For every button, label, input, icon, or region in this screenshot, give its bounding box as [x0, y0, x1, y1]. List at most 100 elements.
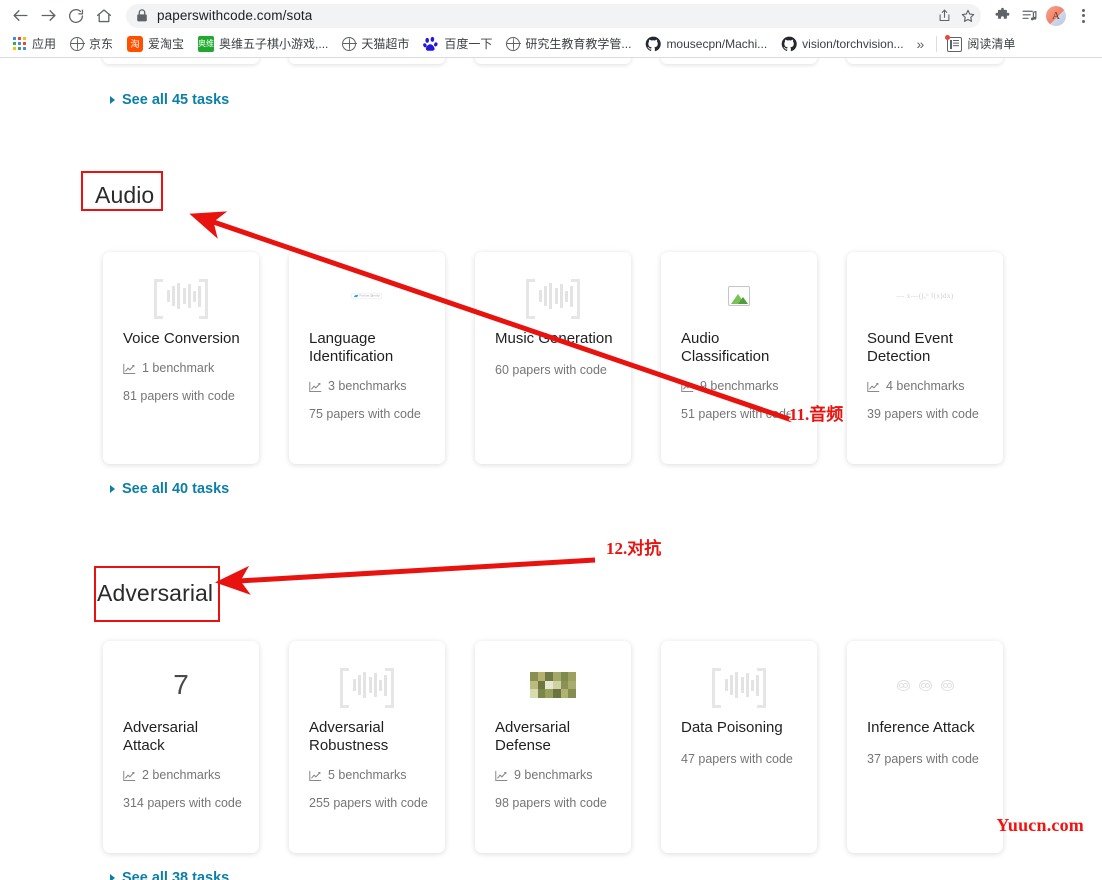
chart-icon: [495, 770, 508, 781]
reading-list-label: 阅读清单: [967, 37, 1016, 51]
twitter-bird-icon: [354, 294, 359, 298]
share-button[interactable]: [933, 5, 955, 27]
see-all-label: See all 40 tasks: [122, 481, 230, 497]
toolbar-right-actions: A: [989, 3, 1096, 29]
card-papers: 39 papers with code: [867, 407, 979, 421]
browser-toolbar: paperswithcode.com/sota A: [0, 0, 1102, 31]
card-thumbnail: [475, 657, 631, 713]
task-card[interactable]: Inference Attack 37 papers with code: [847, 641, 1003, 853]
card-body: Inference Attack 37 papers with code: [867, 719, 987, 768]
game-icon: 奥维: [198, 36, 215, 52]
bookmark-label: 百度一下: [444, 37, 493, 51]
globe-icon: [506, 37, 521, 51]
bookmark-baidu[interactable]: 百度一下: [416, 33, 499, 55]
owl-icon: [918, 679, 932, 691]
task-card[interactable]: Data Poisoning 47 papers with code: [661, 641, 817, 853]
card-partial[interactable]: [289, 58, 445, 64]
avatar: A: [1046, 5, 1066, 26]
card-partial[interactable]: [103, 58, 259, 64]
card-benchmarks-label: 4 benchmarks: [886, 379, 965, 393]
browser-chrome: paperswithcode.com/sota A 应用 京东 淘 爱淘宝 奥维…: [0, 0, 1102, 58]
card-title: Audio Classification: [681, 330, 770, 365]
task-card[interactable]: Voice Conversion 1 benchmark 81 papers w…: [103, 252, 259, 464]
mosaic-thumbnail-icon: [530, 672, 576, 698]
card-thumbnail: Follow @mlid: [289, 268, 445, 324]
bookmarks-bar: 应用 京东 淘 爱淘宝 奥维 奥维五子棋小游戏,... 天猫超市 百度一下 研究…: [0, 31, 1102, 58]
card-body: Adversarial Robustness 5 benchmarks 255 …: [309, 719, 429, 812]
card-papers: 255 papers with code: [309, 796, 428, 810]
card-partial[interactable]: [475, 58, 631, 64]
extensions-button[interactable]: [989, 3, 1015, 29]
task-card[interactable]: --- x---(∫ₐᵇ f(x)dx) Sound Event Detecti…: [847, 252, 1003, 464]
media-list-button[interactable]: [1016, 3, 1042, 29]
bookmark-taobao[interactable]: 淘 爱淘宝: [120, 33, 191, 55]
home-button[interactable]: [90, 2, 118, 30]
card-thumbnail: 7: [103, 657, 259, 713]
globe-icon: [70, 37, 85, 51]
task-card[interactable]: Adversarial Robustness 5 benchmarks 255 …: [289, 641, 445, 853]
chart-icon: [123, 363, 136, 374]
card-body: Music Generation 60 papers with code: [495, 330, 615, 379]
card-title: Inference Attack: [867, 719, 975, 736]
back-button[interactable]: [6, 2, 34, 30]
card-benchmarks: 9 benchmarks: [495, 768, 615, 783]
see-all-tasks-link-audio[interactable]: See all 40 tasks: [110, 481, 229, 497]
toolbar-divider: [936, 36, 938, 52]
bookmarks-overflow-button[interactable]: »: [911, 34, 931, 54]
owl-icon: [896, 679, 910, 691]
card-papers: 98 papers with code: [495, 796, 607, 810]
card-papers: 75 papers with code: [309, 407, 421, 421]
bookmark-button[interactable]: [957, 5, 979, 27]
reload-button[interactable]: [62, 2, 90, 30]
url-text[interactable]: paperswithcode.com/sota: [157, 4, 312, 28]
waveform-brackets-icon: [712, 668, 766, 708]
card-body: Voice Conversion 1 benchmark 81 papers w…: [123, 330, 243, 405]
task-card[interactable]: Music Generation 60 papers with code: [475, 252, 631, 464]
chevron-right-icon: [110, 485, 115, 493]
three-dots-icon: [1074, 7, 1092, 25]
task-card[interactable]: Audio Classification 9 benchmarks 51 pap…: [661, 252, 817, 464]
github-icon: [781, 36, 797, 52]
see-all-tasks-link-top[interactable]: See all 45 tasks: [110, 92, 229, 108]
owls-thumbnail-icon: [896, 679, 954, 691]
profile-button[interactable]: A: [1043, 3, 1069, 29]
broken-image-icon: [728, 286, 750, 306]
task-card[interactable]: Follow @mlid Language Identification 3 b…: [289, 252, 445, 464]
chart-icon: [867, 381, 880, 392]
reading-list-button[interactable]: 阅读清单: [943, 34, 1019, 55]
card-papers: 314 papers with code: [123, 796, 242, 810]
bookmark-graduate-edu[interactable]: 研究生教育教学管...: [499, 34, 638, 54]
card-benchmarks-label: 5 benchmarks: [328, 768, 407, 782]
card-title: Music Generation: [495, 330, 613, 347]
card-thumbnail: [103, 268, 259, 324]
card-papers: 37 papers with code: [867, 752, 979, 766]
digit-seven-icon: 7: [173, 669, 189, 700]
card-thumbnail: --- x---(∫ₐᵇ f(x)dx): [847, 268, 1003, 324]
bookmark-label: 研究生教育教学管...: [525, 37, 632, 51]
card-partial[interactable]: [847, 58, 1003, 64]
card-benchmarks: 4 benchmarks: [867, 379, 987, 394]
card-benchmarks: 2 benchmarks: [123, 768, 243, 783]
card-partial[interactable]: [661, 58, 817, 64]
see-all-label: See all 38 tasks: [122, 870, 230, 880]
media-list-icon: [1022, 10, 1036, 21]
card-body: Audio Classification 9 benchmarks 51 pap…: [681, 330, 801, 423]
address-bar[interactable]: paperswithcode.com/sota: [126, 3, 981, 28]
twitter-follow-text: Follow @mlid: [359, 294, 380, 298]
forward-button[interactable]: [34, 2, 62, 30]
card-benchmarks: 1 benchmark: [123, 361, 243, 376]
task-card[interactable]: 7 Adversarial Attack 2 benchmarks 314 pa…: [103, 641, 259, 853]
bookmark-github-torchvision[interactable]: vision/torchvision...: [774, 33, 910, 55]
browser-menu-button[interactable]: [1070, 3, 1096, 29]
waveform-brackets-icon: [340, 668, 394, 708]
see-all-tasks-link-adversarial[interactable]: See all 38 tasks: [110, 870, 229, 880]
bookmark-github-mousecpn[interactable]: mousecpn/Machi...: [638, 33, 774, 55]
bookmark-tmall[interactable]: 天猫超市: [335, 34, 416, 54]
bookmark-game[interactable]: 奥维 奥维五子棋小游戏,...: [191, 33, 335, 55]
waveform-brackets-icon: [154, 279, 208, 319]
bookmark-jingdong[interactable]: 京东: [63, 34, 120, 54]
task-card[interactable]: Adversarial Defense 9 benchmarks 98 pape…: [475, 641, 631, 853]
section-heading-audio: Audio: [95, 182, 155, 208]
card-benchmarks-label: 9 benchmarks: [700, 379, 779, 393]
bookmark-apps[interactable]: 应用: [6, 34, 63, 54]
